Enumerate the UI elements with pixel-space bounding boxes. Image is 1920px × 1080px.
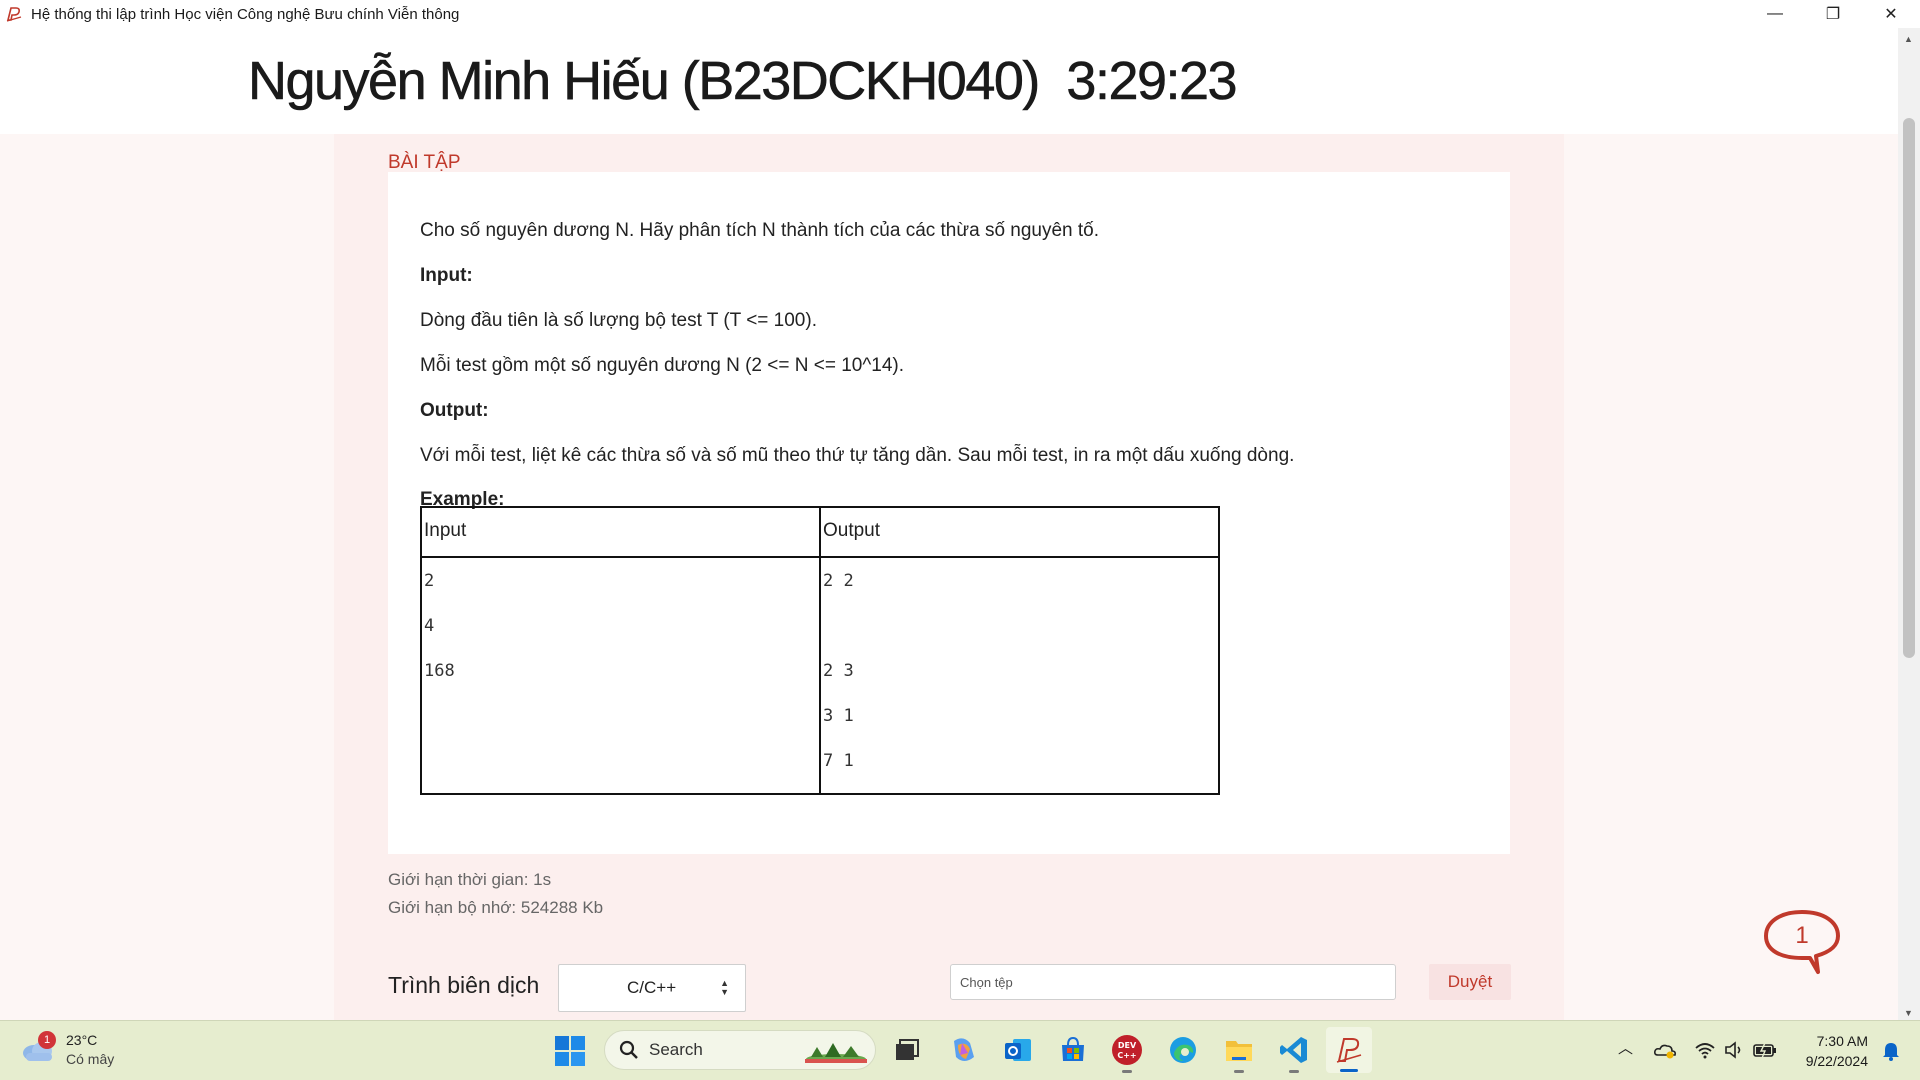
example-input-line: 4 [424, 616, 435, 636]
example-output-line: 2 2 [822, 571, 854, 591]
window-controls: — ❐ ✕ [1746, 0, 1920, 28]
clock-time: 7:30 AM [1816, 1033, 1868, 1049]
problem-statement-box: Cho số nguyên dương N. Hãy phân tích N t… [388, 172, 1510, 854]
input-description-2: Mỗi test gồm một số nguyên dương N (2 <=… [420, 355, 905, 376]
close-button[interactable]: ✕ [1862, 0, 1920, 28]
show-hidden-icons-chevron-icon[interactable]: ︿ [1618, 1037, 1633, 1058]
maximize-button[interactable]: ❐ [1804, 0, 1862, 28]
chat-count: 1 [1795, 922, 1809, 949]
browse-button[interactable]: Duyệt [1429, 964, 1511, 1000]
start-button[interactable] [554, 1035, 586, 1067]
scroll-down-icon[interactable]: ▼ [1904, 1008, 1913, 1018]
window-titlebar: Hệ thống thi lập trình Học viện Công ngh… [0, 0, 1920, 28]
example-input-header: Input [420, 506, 821, 558]
student-name: Nguyễn Minh Hiếu (B23DCKH040) [248, 51, 1041, 112]
onedrive-icon[interactable] [1654, 1041, 1676, 1059]
active-indicator [1340, 1069, 1358, 1072]
example-output-line: 2 3 [822, 661, 854, 681]
chat-bubble-button[interactable]: 1 [1762, 908, 1842, 978]
input-description-1: Dòng đầu tiên là số lượng bộ test T (T <… [420, 310, 817, 331]
edge-icon[interactable] [1166, 1033, 1200, 1067]
system-clock[interactable]: 7:30 AM 9/22/2024 [1806, 1031, 1868, 1071]
file-explorer-icon[interactable] [1222, 1033, 1256, 1073]
weather-temperature: 23°C [66, 1032, 98, 1048]
search-label: Search [649, 1040, 703, 1059]
example-output-cell: 2 2 2 3 3 1 7 1 [818, 556, 1221, 795]
weather-description: Có mây [66, 1051, 115, 1067]
vertical-scrollbar[interactable]: ▲ ▼ [1898, 28, 1920, 1020]
svg-text:DEV: DEV [1118, 1041, 1137, 1050]
minimize-button[interactable]: — [1746, 0, 1804, 28]
running-indicator [1122, 1070, 1132, 1073]
window-title: Hệ thống thi lập trình Học viện Công ngh… [31, 5, 460, 23]
output-heading: Output: [420, 400, 489, 421]
vs-code-icon[interactable] [1277, 1033, 1311, 1073]
clock-date: 9/22/2024 [1805, 1053, 1868, 1069]
file-chooser-input[interactable]: Chọn tệp [950, 964, 1396, 1000]
example-output-line: 7 1 [822, 751, 854, 771]
search-highlight-icon [805, 1043, 867, 1063]
compiler-label: Trình biên dịch [388, 972, 540, 998]
student-timer-heading: Nguyễn Minh Hiếu (B23DCKH040) 3:29:23 [248, 50, 1238, 112]
dev-cpp-icon[interactable]: DEV C++ [1110, 1033, 1144, 1073]
taskbar: 1 23°C Có mây Search DEV C++ ︿ 7:30 AM 9… [0, 1020, 1920, 1080]
problem-statement: Cho số nguyên dương N. Hãy phân tích N t… [420, 220, 1100, 241]
example-input-line: 168 [424, 661, 455, 681]
example-output-line: 3 1 [822, 706, 854, 726]
memory-limit: Giới hạn bộ nhớ: 524288 Kb [388, 898, 604, 917]
time-limit: Giới hạn thời gian: 1s [388, 870, 552, 889]
section-title: BÀI TẬP [388, 152, 461, 173]
page-header: Nguyễn Minh Hiếu (B23DCKH040) 3:29:23 [0, 28, 1898, 134]
weather-cloud-icon: 1 [20, 1031, 56, 1063]
example-input-cell: 2 4 168 [420, 556, 821, 795]
running-indicator [1289, 1070, 1299, 1073]
example-output-line [823, 613, 1218, 658]
select-spinner-icon: ▲ ▼ [720, 978, 729, 997]
problem-panel: BÀI TẬP Cho số nguyên dương N. Hãy phân … [334, 134, 1564, 1020]
copilot-icon[interactable] [946, 1033, 980, 1067]
svg-text:C++: C++ [1117, 1051, 1136, 1060]
example-data-row: 2 4 168 2 2 2 3 3 1 7 1 [420, 556, 1221, 795]
compiler-select-value: C/C++ [627, 978, 677, 997]
app-logo-icon [6, 7, 22, 22]
running-indicator [1234, 1070, 1244, 1073]
task-view-icon[interactable] [890, 1033, 924, 1067]
example-header-row: Input Output [420, 506, 1221, 558]
example-table: Input Output 2 4 168 2 2 2 3 3 1 7 1 [420, 506, 1221, 795]
wifi-icon[interactable] [1694, 1041, 1716, 1059]
compiler-select[interactable]: C/C++ ▲ ▼ [558, 964, 746, 1012]
notification-bell-icon[interactable] [1882, 1041, 1900, 1061]
example-output-header: Output [818, 506, 1221, 558]
countdown-timer: 3:29:23 [1066, 51, 1238, 112]
scrollbar-thumb[interactable] [1903, 118, 1915, 658]
volume-icon[interactable] [1724, 1041, 1744, 1059]
weather-badge: 1 [38, 1031, 56, 1049]
ptit-code-icon[interactable] [1326, 1027, 1372, 1073]
microsoft-store-icon[interactable] [1056, 1033, 1090, 1067]
search-icon [619, 1040, 638, 1059]
example-input-line: 2 [424, 571, 435, 591]
battery-icon[interactable] [1753, 1041, 1777, 1059]
scroll-up-icon[interactable]: ▲ [1904, 34, 1913, 44]
taskbar-search[interactable]: Search [604, 1030, 876, 1070]
weather-widget[interactable]: 1 23°C Có mây [20, 1031, 114, 1069]
weather-text: 23°C Có mây [66, 1031, 114, 1069]
outlook-icon[interactable] [1001, 1033, 1035, 1067]
output-description: Với mỗi test, liệt kê các thừa số và số … [420, 445, 1295, 466]
input-heading: Input: [420, 265, 473, 286]
file-chooser-placeholder: Chọn tệp [960, 974, 1013, 990]
